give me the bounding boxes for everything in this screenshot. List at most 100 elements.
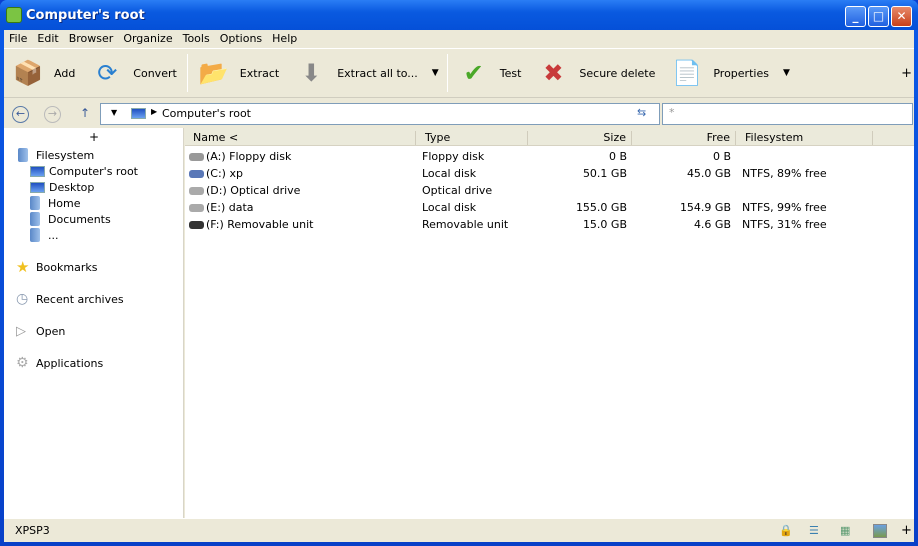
menu-organize[interactable]: Organize <box>118 30 177 48</box>
sidebar-item-more[interactable]: ... <box>30 227 59 243</box>
add-button[interactable]: 📦 Add <box>4 53 83 93</box>
lock-icon[interactable]: 🔒 <box>779 524 793 538</box>
path-input[interactable]: ▼ ▶ Computer's root ⇆ <box>100 103 660 125</box>
refresh-icon[interactable]: ⇆ <box>637 106 646 119</box>
sidebar-label: Applications <box>36 356 104 370</box>
clock-icon: ◷ <box>16 291 29 307</box>
separator <box>446 54 448 92</box>
maximize-button[interactable]: □ <box>868 6 889 27</box>
menu-tools[interactable]: Tools <box>178 30 215 48</box>
menu-bar: File Edit Browser Organize Tools Options… <box>4 30 302 48</box>
menu-edit[interactable]: Edit <box>32 30 63 48</box>
play-icon: ▷ <box>16 323 26 339</box>
column-free[interactable]: Free <box>632 131 736 145</box>
forward-icon[interactable]: → <box>44 106 61 123</box>
sidebar-item-documents[interactable]: Documents <box>30 211 111 227</box>
sidebar-applications[interactable]: ⚙ Applications <box>16 355 103 371</box>
row-name: (A:) Floppy disk <box>189 150 291 163</box>
path-arrow-icon[interactable]: ▶ <box>151 107 157 116</box>
column-name[interactable]: Name < <box>185 131 416 145</box>
checkmark-icon: ✔ <box>463 59 484 87</box>
sidebar-open[interactable]: ▷ Open <box>16 323 65 339</box>
table-row[interactable]: (C:) xp Local disk 50.1 GB 45.0 GB NTFS,… <box>185 165 914 182</box>
sidebar-item-computers-root[interactable]: Computer's root <box>30 163 138 179</box>
sidebar-item-home[interactable]: Home <box>30 195 80 211</box>
test-button[interactable]: ✔ Test <box>450 53 530 93</box>
sidebar-label: Recent archives <box>36 292 124 306</box>
history-dropdown-icon[interactable]: ▼ <box>111 108 117 117</box>
properties-dropdown-icon[interactable]: ▼ <box>777 68 796 78</box>
sidebar-label: Desktop <box>49 180 95 194</box>
sidebar-recent-archives[interactable]: ◷ Recent archives <box>16 291 124 307</box>
row-type: Local disk <box>422 201 477 214</box>
test-label: Test <box>499 66 522 80</box>
folder-icon <box>18 148 28 162</box>
row-type: Local disk <box>422 167 477 180</box>
row-name-text: (A:) Floppy disk <box>206 150 292 163</box>
back-icon[interactable]: ← <box>12 106 29 123</box>
sidebar-item-desktop[interactable]: Desktop <box>30 179 94 195</box>
row-name-text: (F:) Removable unit <box>206 218 314 231</box>
status-text: XPSP3 <box>15 524 50 537</box>
toolbar-add-icon[interactable]: + <box>901 66 912 81</box>
column-type[interactable]: Type <box>416 131 528 145</box>
add-box-icon: 📦 <box>13 59 43 87</box>
row-filesystem: NTFS, 89% free <box>742 167 827 180</box>
computer-icon <box>30 165 45 177</box>
row-name-text: (D:) Optical drive <box>206 184 301 197</box>
sidebar-label: Computer's root <box>49 164 138 178</box>
add-label: Add <box>54 66 76 80</box>
status-bar: XPSP3 🔒 ☰ ▦ + <box>4 518 914 542</box>
file-list: Name < Type Size Free Filesystem (A:) Fl… <box>185 128 914 518</box>
row-type: Optical drive <box>422 184 493 197</box>
row-name: (C:) xp <box>189 167 243 180</box>
sidebar-bookmarks[interactable]: ★ Bookmarks <box>16 258 98 276</box>
folder-icon <box>30 212 40 226</box>
extract-all-button[interactable]: ⬇ Extract all to... <box>287 53 426 93</box>
folder-icon <box>30 228 40 242</box>
column-filesystem[interactable]: Filesystem <box>736 131 873 145</box>
table-row[interactable]: (D:) Optical drive Optical drive <box>185 182 914 199</box>
close-button[interactable]: ✕ <box>891 6 912 27</box>
up-icon[interactable]: ↑ <box>80 106 90 120</box>
table-row[interactable]: (A:) Floppy disk Floppy disk 0 B 0 B <box>185 148 914 165</box>
menu-browser[interactable]: Browser <box>64 30 119 48</box>
row-free: 154.9 GB <box>679 201 731 214</box>
detail-view-icon[interactable]: ▦ <box>840 524 854 538</box>
sidebar-expand-icon[interactable]: + <box>89 130 99 144</box>
list-view-icon[interactable]: ☰ <box>809 524 823 538</box>
table-row[interactable]: (F:) Removable unit Removable unit 15.0 … <box>185 216 914 233</box>
convert-button[interactable]: ⟳ Convert <box>83 53 185 93</box>
folder-icon <box>30 196 40 210</box>
extract-dropdown-icon[interactable]: ▼ <box>426 68 445 78</box>
extract-all-label: Extract all to... <box>337 66 418 80</box>
filter-input[interactable]: * <box>662 103 913 125</box>
secure-delete-button[interactable]: ✖ Secure delete <box>529 53 663 93</box>
row-name-text: (E:) data <box>206 201 254 214</box>
window: Computer's root _ □ ✕ File Edit Browser … <box>0 0 918 546</box>
row-name: (F:) Removable unit <box>189 218 314 231</box>
menu-file[interactable]: File <box>4 30 32 48</box>
row-filesystem: NTFS, 99% free <box>742 201 827 214</box>
extract-button[interactable]: 📂 Extract <box>190 53 287 93</box>
drive-icon <box>189 221 204 229</box>
sidebar-label: Bookmarks <box>36 260 98 274</box>
status-add-icon[interactable]: + <box>901 523 912 538</box>
properties-button[interactable]: 📄 Properties <box>663 53 777 93</box>
convert-arrows-icon: ⟳ <box>97 59 118 87</box>
column-size[interactable]: Size <box>528 131 632 145</box>
menu-help[interactable]: Help <box>267 30 302 48</box>
thumbnail-view-icon[interactable] <box>873 524 887 538</box>
path-text: Computer's root <box>162 107 251 120</box>
row-name: (D:) Optical drive <box>189 184 300 197</box>
convert-label: Convert <box>133 66 177 80</box>
table-row[interactable]: (E:) data Local disk 155.0 GB 154.9 GB N… <box>185 199 914 216</box>
sidebar-filesystem[interactable]: Filesystem <box>18 147 94 163</box>
extract-label: Extract <box>239 66 280 80</box>
sidebar-label: ... <box>48 228 59 242</box>
minimize-button[interactable]: _ <box>845 6 866 27</box>
drive-icon <box>189 153 204 161</box>
row-size: 0 B <box>608 150 627 163</box>
menu-options[interactable]: Options <box>215 30 267 48</box>
window-title: Computer's root <box>26 8 145 23</box>
